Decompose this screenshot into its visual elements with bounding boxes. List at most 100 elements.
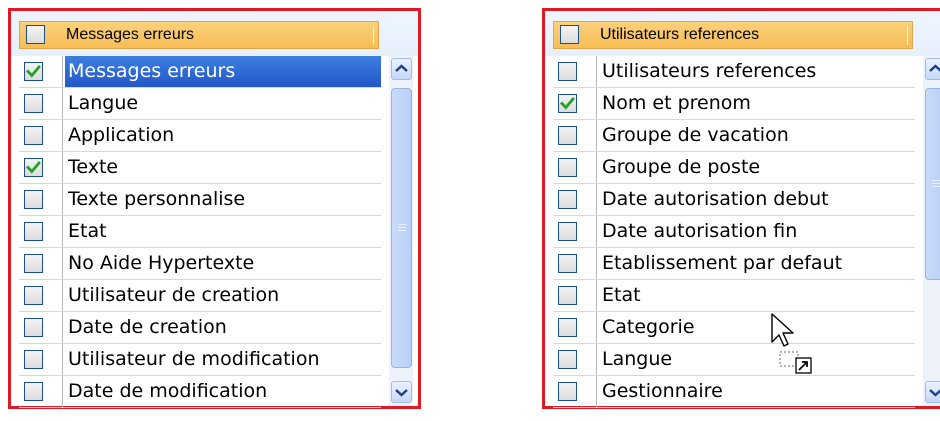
left-row-label: No Aide Hypertexte bbox=[68, 252, 255, 274]
cell-divider bbox=[62, 280, 63, 311]
grip-icon bbox=[398, 224, 406, 233]
cell-divider bbox=[596, 312, 597, 343]
right-row-checkbox[interactable] bbox=[558, 254, 577, 273]
right-row-label: Utilisateurs references bbox=[602, 60, 817, 82]
left-list-row[interactable]: Texte personnalise bbox=[19, 184, 381, 216]
right-list-row[interactable]: Date autorisation debut bbox=[553, 184, 915, 216]
right-scrollbar[interactable] bbox=[923, 56, 940, 406]
checkmark-icon bbox=[26, 65, 41, 78]
left-row-label: Texte personnalise bbox=[68, 188, 246, 210]
right-row-checkbox[interactable] bbox=[558, 286, 577, 305]
right-list-row[interactable]: Categorie bbox=[553, 312, 915, 344]
left-row-label: Langue bbox=[68, 92, 139, 114]
right-row-label: Gestionnaire bbox=[602, 380, 723, 402]
left-list-row[interactable]: Langue bbox=[19, 88, 381, 120]
right-header-checkbox[interactable] bbox=[560, 25, 579, 44]
right-row-checkbox[interactable] bbox=[558, 158, 577, 177]
right-list-row[interactable]: Groupe de vacation bbox=[553, 120, 915, 152]
left-row-checkbox[interactable] bbox=[24, 350, 43, 369]
left-column-list-panel: Messages erreurs Messages erreurs Langue A… bbox=[8, 8, 421, 409]
right-row-checkbox[interactable] bbox=[558, 350, 577, 369]
right-row-label: Date autorisation fin bbox=[602, 220, 798, 242]
right-list-row[interactable]: Nom et prenom bbox=[553, 88, 915, 120]
left-row-label: Application bbox=[68, 124, 175, 146]
cell-divider bbox=[596, 88, 597, 119]
left-header-checkbox[interactable] bbox=[26, 25, 45, 44]
left-list-row[interactable]: Messages erreurs bbox=[19, 56, 381, 88]
left-list-row[interactable]: Etat bbox=[19, 216, 381, 248]
left-scrollbar[interactable] bbox=[389, 56, 413, 406]
left-list-row[interactable]: Texte bbox=[19, 152, 381, 184]
left-row-checkbox[interactable] bbox=[24, 254, 43, 273]
right-row-label: Etablissement par defaut bbox=[602, 252, 843, 274]
right-panel-header-area: Utilisateurs references bbox=[545, 11, 940, 56]
left-list-row[interactable]: Date de creation bbox=[19, 312, 381, 344]
left-row-checkbox[interactable] bbox=[24, 94, 43, 113]
cell-divider bbox=[596, 248, 597, 279]
left-panel-header-area: Messages erreurs bbox=[11, 11, 418, 56]
left-row-label: Date de modification bbox=[68, 380, 268, 402]
left-scroll-up-button[interactable] bbox=[391, 58, 412, 80]
chevron-down-icon bbox=[929, 389, 940, 397]
right-header-title: Utilisateurs references bbox=[600, 26, 760, 43]
chevron-up-icon bbox=[395, 64, 408, 72]
left-row-label: Utilisateur de modification bbox=[68, 348, 320, 370]
right-row-checkbox[interactable] bbox=[558, 126, 577, 145]
right-list-row[interactable]: Date autorisation fin bbox=[553, 216, 915, 248]
header-separator bbox=[907, 26, 908, 45]
right-row-label: Date autorisation debut bbox=[602, 188, 829, 210]
cell-divider bbox=[596, 184, 597, 215]
right-scroll-down-button[interactable] bbox=[925, 381, 940, 403]
cell-divider bbox=[62, 216, 63, 247]
left-row-checkbox[interactable] bbox=[24, 190, 43, 209]
right-list-row[interactable]: Groupe de poste bbox=[553, 152, 915, 184]
cell-divider bbox=[62, 120, 63, 151]
right-list-row[interactable]: Etablissement par defaut bbox=[553, 248, 915, 280]
right-row-checkbox[interactable] bbox=[558, 62, 577, 81]
right-row-checkbox[interactable] bbox=[558, 222, 577, 241]
left-row-label: Etat bbox=[68, 220, 107, 242]
right-column-list-panel: Utilisateurs references Utilisateurs ref… bbox=[542, 8, 940, 409]
cell-divider bbox=[596, 344, 597, 375]
cell-divider bbox=[596, 120, 597, 151]
right-row-checkbox[interactable] bbox=[558, 190, 577, 209]
right-row-checkbox[interactable] bbox=[558, 318, 577, 337]
left-scroll-down-button[interactable] bbox=[391, 381, 412, 403]
right-row-checkbox[interactable] bbox=[558, 382, 577, 401]
left-list-row[interactable]: Utilisateur de modification bbox=[19, 344, 381, 376]
chevron-down-icon bbox=[395, 389, 408, 397]
cell-divider bbox=[596, 280, 597, 311]
left-row-checkbox[interactable] bbox=[24, 126, 43, 145]
right-row-label: Categorie bbox=[602, 316, 695, 338]
left-row-checkbox[interactable] bbox=[24, 318, 43, 337]
left-row-checkbox[interactable] bbox=[24, 286, 43, 305]
header-separator bbox=[373, 26, 374, 45]
chevron-up-icon bbox=[929, 64, 940, 72]
right-row-checkbox[interactable] bbox=[558, 94, 577, 113]
left-list-row[interactable]: No Aide Hypertexte bbox=[19, 248, 381, 280]
right-list-row[interactable]: Gestionnaire bbox=[553, 376, 915, 408]
right-scroll-thumb[interactable] bbox=[925, 88, 940, 280]
left-list-row[interactable]: Application bbox=[19, 120, 381, 152]
left-list-row[interactable]: Date de modification bbox=[19, 376, 381, 408]
right-list-row[interactable]: Etat bbox=[553, 280, 915, 312]
cell-divider bbox=[62, 184, 63, 215]
right-list-row[interactable]: Utilisateurs references bbox=[553, 56, 915, 88]
left-row-checkbox[interactable] bbox=[24, 158, 43, 177]
right-list-row[interactable]: Langue bbox=[553, 344, 915, 376]
left-header-title: Messages erreurs bbox=[66, 26, 195, 43]
left-row-checkbox[interactable] bbox=[24, 62, 43, 81]
left-row-checkbox[interactable] bbox=[24, 382, 43, 401]
left-row-label: Date de creation bbox=[68, 316, 227, 338]
cell-divider bbox=[62, 344, 63, 375]
cell-divider bbox=[62, 88, 63, 119]
left-row-checkbox[interactable] bbox=[24, 222, 43, 241]
left-row-label: Messages erreurs bbox=[68, 60, 236, 82]
right-row-label: Nom et prenom bbox=[602, 92, 751, 114]
right-row-label: Groupe de vacation bbox=[602, 124, 789, 146]
left-list-row[interactable]: Utilisateur de creation bbox=[19, 280, 381, 312]
right-panel-header: Utilisateurs references bbox=[553, 21, 913, 49]
left-scroll-thumb[interactable] bbox=[391, 88, 412, 368]
right-row-label: Etat bbox=[602, 284, 641, 306]
right-scroll-up-button[interactable] bbox=[925, 58, 940, 80]
